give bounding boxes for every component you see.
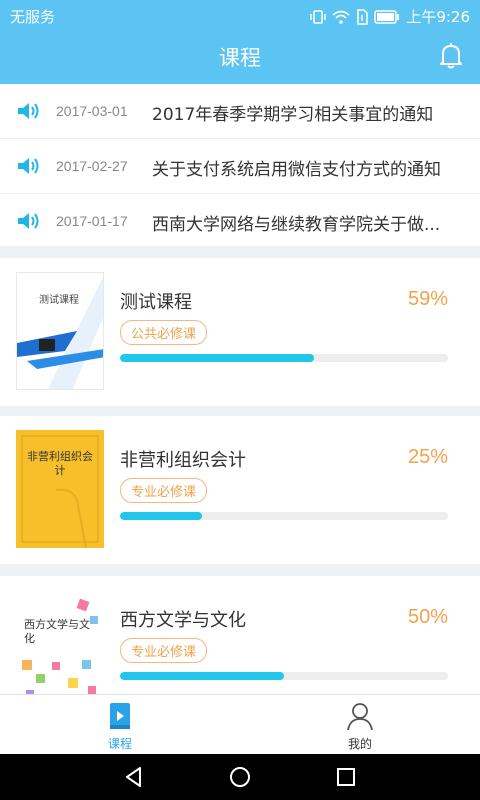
notice-title: 西南大学网络与继续教育学院关于做... (152, 215, 441, 235)
cover-title: 西方文学与文化 (24, 618, 90, 645)
course-progress-percent: 59% (407, 288, 448, 310)
home-icon[interactable] (228, 765, 252, 789)
notice-title: 关于支付系统启用微信支付方式的通知 (152, 160, 441, 180)
course-progress-bar (120, 672, 448, 680)
speaker-icon (18, 103, 39, 119)
notification-bell-icon[interactable] (438, 42, 464, 70)
notice-date: 2017-01-17 (56, 213, 128, 229)
course-progress-percent: 25% (407, 446, 448, 468)
tab-courses-label: 课程 (107, 737, 132, 751)
book-icon (110, 703, 130, 729)
notice-item[interactable]: 2017-03-01 2017年春季学期学习相关事宜的通知 (0, 84, 480, 139)
notice-item[interactable]: 2017-01-17 西南大学网络与继续教育学院关于做... (0, 194, 480, 248)
sim-icon (357, 8, 369, 25)
course-name: 非营利组织会计 (120, 450, 246, 471)
progress-fill (120, 512, 202, 520)
recents-icon[interactable] (334, 765, 358, 789)
cover-graphic (16, 430, 104, 548)
speaker-icon (18, 213, 39, 229)
notice-date: 2017-02-27 (56, 158, 128, 174)
cover-title: 非营利组织会计 (27, 450, 93, 477)
vibrate-icon (310, 9, 327, 24)
course-card[interactable]: 测试课程 测试课程 59% 公共必修课 (0, 258, 480, 406)
course-name: 西方文学与文化 (120, 610, 246, 631)
speaker-icon (18, 158, 39, 174)
progress-fill (120, 672, 284, 680)
tab-mine[interactable]: 我的 (240, 695, 480, 755)
course-cover: 西方文学与文化 (16, 590, 104, 708)
course-type-tag: 公共必修课 (120, 320, 208, 345)
notice-item[interactable]: 2017-02-27 关于支付系统启用微信支付方式的通知 (0, 139, 480, 194)
notice-date: 2017-03-01 (56, 103, 128, 119)
course-type-tag: 专业必修课 (120, 638, 208, 663)
course-progress-bar (120, 354, 448, 362)
system-nav-bar (0, 754, 480, 800)
status-bar: 无服务 上午9:26 (0, 0, 480, 30)
course-progress-bar (120, 512, 448, 520)
app-header: 课程 (0, 30, 480, 84)
page-title: 课程 (219, 46, 261, 70)
course-cover: 非营利组织会计 (16, 430, 104, 548)
course-card[interactable]: 非营利组织会计 非营利组织会计 25% 专业必修课 (0, 416, 480, 564)
status-icons: 上午9:26 (310, 6, 470, 27)
progress-fill (120, 354, 314, 362)
carrier-label: 无服务 (10, 8, 56, 26)
cover-title: 测试课程 (39, 295, 79, 306)
back-icon[interactable] (122, 765, 146, 789)
course-progress-percent: 50% (407, 606, 448, 628)
tab-mine-label: 我的 (347, 737, 372, 751)
course-name: 测试课程 (120, 292, 192, 313)
bottom-tab-bar: 课程 我的 (0, 694, 480, 755)
notice-title: 2017年春季学期学习相关事宜的通知 (152, 105, 434, 125)
person-icon (347, 703, 373, 731)
battery-icon (374, 9, 400, 24)
tab-courses[interactable]: 课程 (0, 695, 240, 755)
course-type-tag: 专业必修课 (120, 478, 208, 503)
course-cover: 测试课程 (16, 272, 104, 390)
clock-label: 上午9:26 (406, 8, 470, 26)
wifi-icon (332, 10, 350, 24)
notice-list: 2017-03-01 2017年春季学期学习相关事宜的通知 2017-02-27… (0, 84, 480, 246)
cover-graphic (22, 598, 98, 703)
